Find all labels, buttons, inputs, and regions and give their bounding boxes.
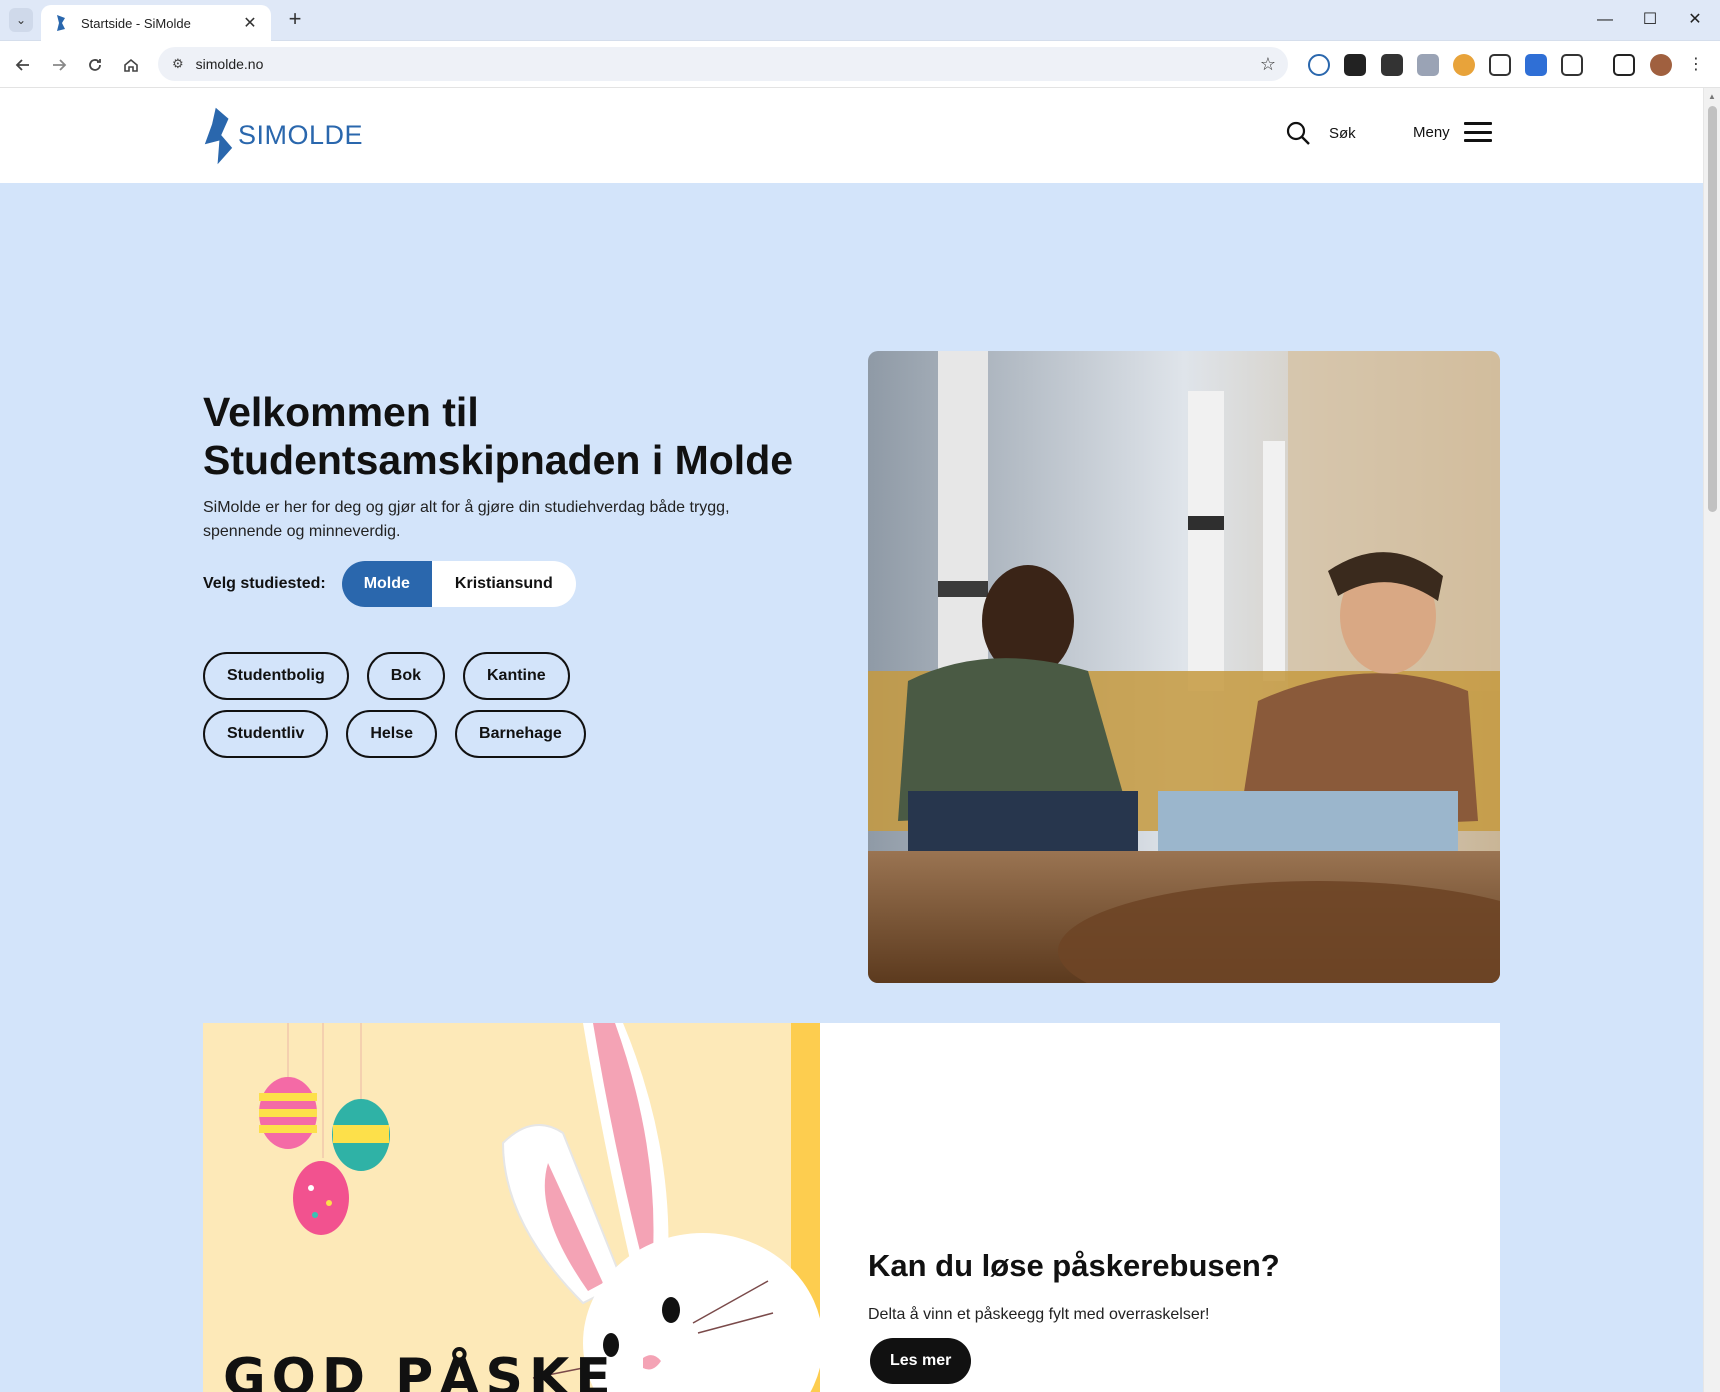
tab-search-chevron-icon[interactable]: ⌄ bbox=[9, 8, 33, 32]
promo-image-easter: GOD PÅSKE bbox=[203, 1023, 820, 1392]
address-bar[interactable]: ⚙ simolde.no ☆ bbox=[158, 47, 1288, 81]
password-manager-extension-icon[interactable] bbox=[1308, 54, 1330, 76]
hero-title-line1: Velkommen til bbox=[203, 389, 479, 435]
hero-photo-students bbox=[868, 351, 1500, 983]
hero-description: SiMolde er her for deg og gjør alt for å… bbox=[203, 499, 730, 540]
maximize-button[interactable]: ☐ bbox=[1630, 6, 1670, 34]
cookie-extension-icon[interactable] bbox=[1453, 54, 1475, 76]
home-button[interactable] bbox=[117, 51, 145, 79]
hero-title-line2: Studentsamskipnaden i Molde bbox=[203, 437, 794, 483]
extensions-puzzle-icon[interactable] bbox=[1561, 54, 1583, 76]
font-extension-icon[interactable] bbox=[1344, 54, 1366, 76]
campus-option-kristiansund[interactable]: Kristiansund bbox=[432, 561, 576, 607]
scrollbar-thumb[interactable] bbox=[1708, 106, 1717, 512]
close-window-button[interactable]: ✕ bbox=[1675, 6, 1715, 34]
new-tab-button[interactable]: + bbox=[283, 8, 307, 32]
quick-links-row: Studentliv Helse Barnehage bbox=[203, 710, 763, 758]
campus-selector: Velg studiested: Molde Kristiansund bbox=[203, 561, 576, 607]
bookmark-star-icon[interactable]: ☆ bbox=[1260, 54, 1276, 75]
promo-text: Delta å vinn et påskeegg fylt med overra… bbox=[868, 1306, 1210, 1323]
menu-button[interactable]: Meny bbox=[1413, 122, 1492, 142]
easter-bunny-illustration: GOD PÅSKE bbox=[203, 1023, 820, 1392]
campus-toggle: Molde Kristiansund bbox=[341, 561, 576, 607]
quick-links: Studentbolig Bok Kantine Studentliv Hels… bbox=[203, 652, 763, 768]
hamburger-icon bbox=[1463, 122, 1492, 142]
quick-link-studentbolig[interactable]: Studentbolig bbox=[203, 652, 349, 700]
scroll-up-arrow-icon[interactable]: ▲ bbox=[1708, 92, 1716, 101]
simolde-favicon-icon bbox=[57, 15, 65, 31]
campus-label: Velg studiested: bbox=[203, 575, 326, 592]
site-logo[interactable]: SIMOLDE bbox=[203, 103, 363, 168]
logo-text: SIMOLDE bbox=[237, 120, 363, 150]
back-button[interactable] bbox=[9, 51, 37, 79]
quick-link-studentliv[interactable]: Studentliv bbox=[203, 710, 329, 758]
simolde-logo-icon bbox=[204, 107, 233, 164]
quick-link-helse[interactable]: Helse bbox=[346, 710, 438, 758]
campus-option-molde[interactable]: Molde bbox=[341, 561, 432, 607]
quick-links-row: Studentbolig Bok Kantine bbox=[203, 652, 763, 700]
tab-title: Startside - SiMolde bbox=[81, 15, 191, 31]
read-more-button[interactable]: Les mer bbox=[870, 1338, 972, 1384]
browser-tab-active[interactable]: Startside - SiMolde ✕ bbox=[41, 5, 271, 41]
site-info-icon[interactable]: ⚙ bbox=[172, 56, 184, 72]
menu-label: Meny bbox=[1413, 123, 1450, 141]
image-extension-icon[interactable] bbox=[1489, 54, 1511, 76]
search-icon bbox=[1286, 121, 1310, 145]
side-panel-icon[interactable] bbox=[1613, 54, 1635, 76]
quick-link-bok[interactable]: Bok bbox=[366, 652, 445, 700]
browser-menu-icon[interactable]: ⋮ bbox=[1688, 54, 1704, 76]
web-page: SIMOLDE Søk Meny Velkommen til Studentsa… bbox=[0, 88, 1703, 1392]
quick-link-barnehage[interactable]: Barnehage bbox=[455, 710, 586, 758]
minimize-button[interactable]: — bbox=[1585, 6, 1625, 34]
reload-icon bbox=[89, 59, 101, 71]
quick-link-kantine[interactable]: Kantine bbox=[463, 652, 570, 700]
tab-close-icon[interactable]: ✕ bbox=[241, 13, 259, 33]
students-photo-illustration bbox=[868, 351, 1500, 983]
forward-button[interactable] bbox=[45, 51, 73, 79]
search-label: Søk bbox=[1329, 124, 1356, 142]
promo-image-text: GOD PÅSKE bbox=[223, 1347, 617, 1392]
translate-extension-icon[interactable] bbox=[1525, 54, 1547, 76]
browser-tabstrip: ⌄ Startside - SiMolde ✕ + — ☐ ✕ bbox=[0, 0, 1720, 41]
browser-toolbar: ⚙ simolde.no ☆ ⋮ bbox=[0, 41, 1720, 88]
promo-card: GOD PÅSKE Kan du løse påskerebusen? Delt… bbox=[203, 1023, 1500, 1392]
page-scrollbar[interactable]: ▲ bbox=[1703, 88, 1720, 1392]
profile-avatar[interactable] bbox=[1650, 54, 1672, 76]
code-extension-icon[interactable] bbox=[1417, 54, 1439, 76]
search-button[interactable]: Søk bbox=[1285, 120, 1356, 146]
hero-title: Velkommen til Studentsamskipnaden i Mold… bbox=[203, 388, 823, 484]
promo-title: Kan du løse påskerebusen? bbox=[868, 1248, 1280, 1283]
arrow-right-icon bbox=[53, 59, 67, 71]
arrow-left-icon bbox=[15, 59, 29, 71]
dropper-extension-icon[interactable] bbox=[1381, 54, 1403, 76]
home-icon bbox=[124, 58, 138, 72]
site-header: SIMOLDE Søk Meny bbox=[0, 88, 1703, 183]
address-url: simolde.no bbox=[195, 56, 264, 72]
reload-button[interactable] bbox=[81, 51, 109, 79]
